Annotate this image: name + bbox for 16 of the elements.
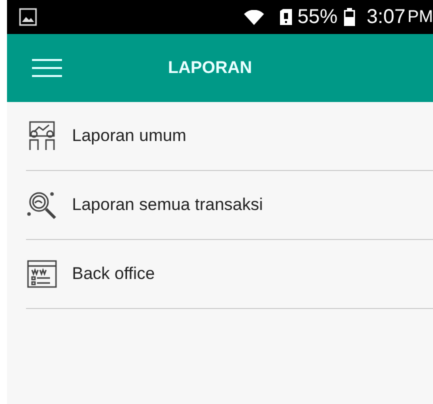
web-page-icon	[26, 258, 58, 290]
wifi-icon	[244, 10, 264, 24]
sim-icon	[280, 9, 292, 25]
battery-percentage: 55%	[298, 6, 338, 28]
menu-item[interactable]: Laporan semua transaksi	[26, 171, 433, 240]
menu-item[interactable]: Back office	[26, 240, 433, 309]
menu-item-label: Back office	[72, 264, 155, 284]
image-icon	[19, 8, 37, 26]
menu-icon	[32, 59, 62, 77]
toolbar-title: LAPORAN	[168, 58, 252, 78]
menu-item[interactable]: Laporan umum	[26, 102, 433, 171]
menu-item-label: Laporan semua transaksi	[72, 195, 263, 215]
menu-item-label: Laporan umum	[72, 126, 186, 146]
clock: 3:07	[366, 6, 406, 28]
battery-icon	[344, 8, 355, 26]
clock-suffix: PM	[408, 7, 433, 27]
